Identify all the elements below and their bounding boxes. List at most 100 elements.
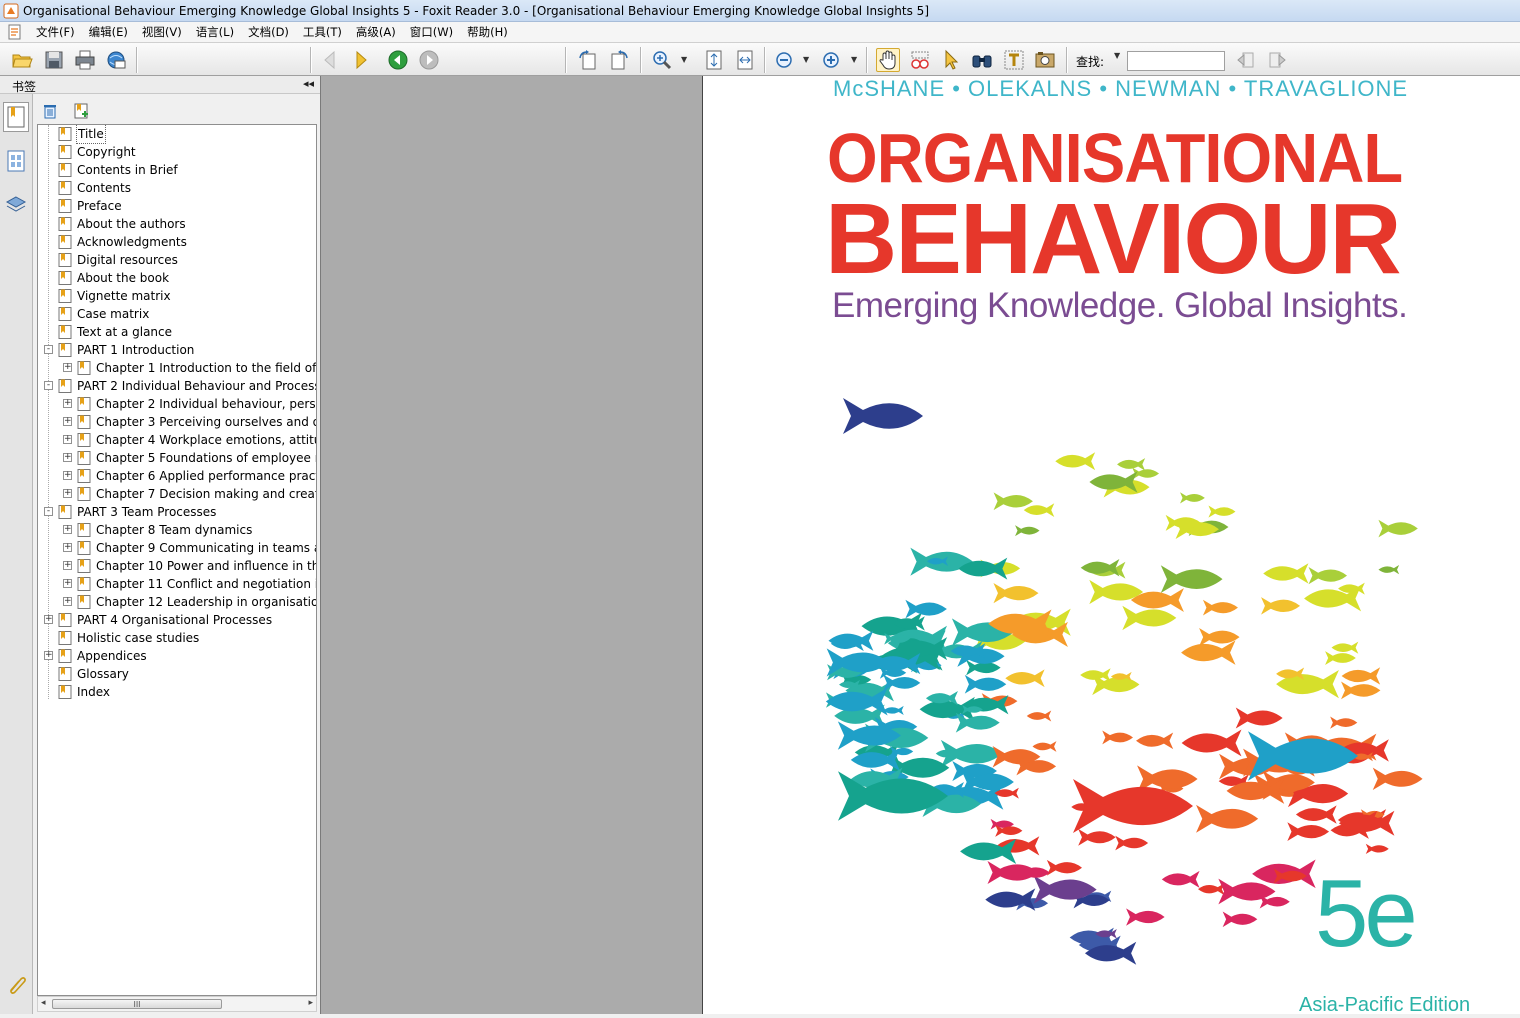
select-icon[interactable] (939, 48, 963, 72)
expand-node-icon[interactable]: + (63, 525, 72, 534)
bookmark-item[interactable]: + Appendices (38, 647, 316, 665)
scroll-left-arrow[interactable]: ◂ (41, 998, 46, 1008)
bookmark-item[interactable]: - PART 1 Introduction (38, 341, 316, 359)
expand-node-icon[interactable]: + (63, 489, 72, 498)
bookmark-item[interactable]: + Chapter 9 Communicating in teams and (38, 539, 316, 557)
fit-width-icon[interactable] (733, 48, 757, 72)
email-icon[interactable] (104, 48, 128, 72)
scroll-right-arrow[interactable]: ▸ (308, 998, 313, 1008)
bookmark-item[interactable]: + Chapter 11 Conflict and negotiation in … (38, 575, 316, 593)
new-bookmark-icon[interactable] (72, 102, 90, 120)
menu-document[interactable]: 文档(D) (241, 22, 296, 42)
bookmark-item[interactable]: About the book (38, 269, 316, 287)
bookmark-item[interactable]: Copyright (38, 143, 316, 161)
bookmark-item[interactable]: + Chapter 1 Introduction to the field of … (38, 359, 316, 377)
expand-node-icon[interactable]: + (63, 543, 72, 552)
collapse-node-icon[interactable]: - (44, 381, 53, 390)
expand-node-icon[interactable]: + (63, 453, 72, 462)
bookmark-item[interactable]: Vignette matrix (38, 287, 316, 305)
menu-advanced[interactable]: 高级(A) (349, 22, 403, 42)
bookmark-item[interactable]: Digital resources (38, 251, 316, 269)
bookmark-item[interactable]: Acknowledgments (38, 233, 316, 251)
expand-node-icon[interactable]: + (63, 435, 72, 444)
zoom-out-circle-icon[interactable] (772, 48, 796, 72)
expand-node-icon[interactable]: + (44, 615, 53, 624)
zoom-dropdown-arrow[interactable]: ▼ (681, 55, 689, 65)
bookmark-item[interactable]: + Chapter 3 Perceiving ourselves and othe (38, 413, 316, 431)
bookmark-item[interactable]: Holistic case studies (38, 629, 316, 647)
print-icon[interactable] (73, 48, 97, 72)
forward-icon[interactable] (417, 48, 441, 72)
zoom-in-icon[interactable] (650, 48, 674, 72)
attachments-icon[interactable] (6, 974, 28, 996)
delete-bookmark-icon[interactable] (41, 102, 59, 120)
expand-node-icon[interactable]: + (63, 417, 72, 426)
find-input[interactable] (1127, 51, 1225, 71)
back-icon[interactable] (386, 48, 410, 72)
menu-language[interactable]: 语言(L) (189, 22, 241, 42)
bookmark-item[interactable]: + Chapter 12 Leadership in organisational… (38, 593, 316, 611)
snapshot-icon[interactable] (908, 48, 932, 72)
expand-node-icon[interactable]: + (63, 561, 72, 570)
expand-node-icon[interactable]: + (63, 597, 72, 606)
save-icon[interactable] (42, 48, 66, 72)
menu-help[interactable]: 帮助(H) (460, 22, 515, 42)
bookmarks-tab-icon[interactable] (3, 102, 29, 132)
menu-view[interactable]: 视图(V) (135, 22, 189, 42)
bookmark-item[interactable]: Contents (38, 179, 316, 197)
menu-edit[interactable]: 编辑(E) (82, 22, 135, 42)
document-view[interactable]: McSHANE • OLEKALNS • NEWMAN • TRAVAGLION… (320, 76, 1520, 1014)
hand-tool-icon[interactable] (876, 48, 900, 72)
zoom-out-dropdown-arrow[interactable]: ▼ (803, 55, 811, 65)
horizontal-scrollbar[interactable]: ◂ III ▸ (37, 996, 317, 1012)
bookmark-item[interactable]: Preface (38, 197, 316, 215)
bookmark-item[interactable]: Contents in Brief (38, 161, 316, 179)
menu-file[interactable]: 文件(F) (29, 22, 82, 42)
bookmark-item[interactable]: + Chapter 5 Foundations of employee mot (38, 449, 316, 467)
bookmark-item[interactable]: - PART 2 Individual Behaviour and Process… (38, 377, 316, 395)
zoom-in-circle-icon[interactable] (819, 48, 843, 72)
bookmark-item[interactable]: + Chapter 6 Applied performance practice (38, 467, 316, 485)
expand-node-icon[interactable]: + (63, 363, 72, 372)
expand-node-icon[interactable]: + (63, 399, 72, 408)
bookmark-item[interactable]: Title (38, 125, 316, 144)
rotate-left-icon[interactable] (576, 48, 600, 72)
bookmark-item[interactable]: + Chapter 8 Team dynamics (38, 521, 316, 539)
find-icon[interactable] (970, 48, 994, 72)
expand-node-icon[interactable]: + (63, 579, 72, 588)
collapse-panel-button[interactable]: ◂◂ (303, 77, 314, 90)
document-icon (8, 24, 21, 40)
menu-window[interactable]: 窗口(W) (403, 22, 460, 42)
prev-page-icon[interactable] (318, 48, 342, 72)
open-icon[interactable] (10, 48, 34, 72)
scroll-thumb[interactable]: III (52, 999, 222, 1009)
bookmark-item[interactable]: Glossary (38, 665, 316, 683)
find-next-icon[interactable] (1265, 48, 1289, 72)
zoom-in-dropdown-arrow[interactable]: ▼ (851, 55, 859, 65)
find-options-dropdown[interactable]: ▼ (1114, 51, 1122, 61)
menu-tools[interactable]: 工具(T) (296, 22, 349, 42)
bookmark-item[interactable]: - PART 3 Team Processes (38, 503, 316, 521)
layers-tab-icon[interactable] (3, 190, 29, 220)
expand-node-icon[interactable]: + (44, 651, 53, 660)
bookmark-item[interactable]: + Chapter 10 Power and influence in the w (38, 557, 316, 575)
text-select-icon[interactable] (1002, 48, 1026, 72)
bookmark-item[interactable]: About the authors (38, 215, 316, 233)
collapse-node-icon[interactable]: - (44, 345, 53, 354)
page-thumbnails-tab-icon[interactable] (3, 146, 29, 176)
bookmark-item[interactable]: + Chapter 7 Decision making and creativit… (38, 485, 316, 503)
bookmark-item[interactable]: + Chapter 2 Individual behaviour, persona… (38, 395, 317, 413)
bookmark-label: Chapter 2 Individual behaviour, personal (96, 397, 317, 411)
rotate-right-icon[interactable] (607, 48, 631, 72)
next-page-icon[interactable] (349, 48, 373, 72)
expand-node-icon[interactable]: + (63, 471, 72, 480)
find-prev-icon[interactable] (1234, 48, 1258, 72)
fit-page-icon[interactable] (702, 48, 726, 72)
image-select-icon[interactable] (1033, 48, 1057, 72)
bookmark-item[interactable]: Case matrix (38, 305, 316, 323)
bookmark-item[interactable]: Text at a glance (38, 323, 316, 341)
collapse-node-icon[interactable]: - (44, 507, 53, 516)
bookmark-item[interactable]: Index (38, 683, 316, 701)
bookmark-item[interactable]: + PART 4 Organisational Processes (38, 611, 316, 629)
bookmark-item[interactable]: + Chapter 4 Workplace emotions, attitude (38, 431, 316, 449)
